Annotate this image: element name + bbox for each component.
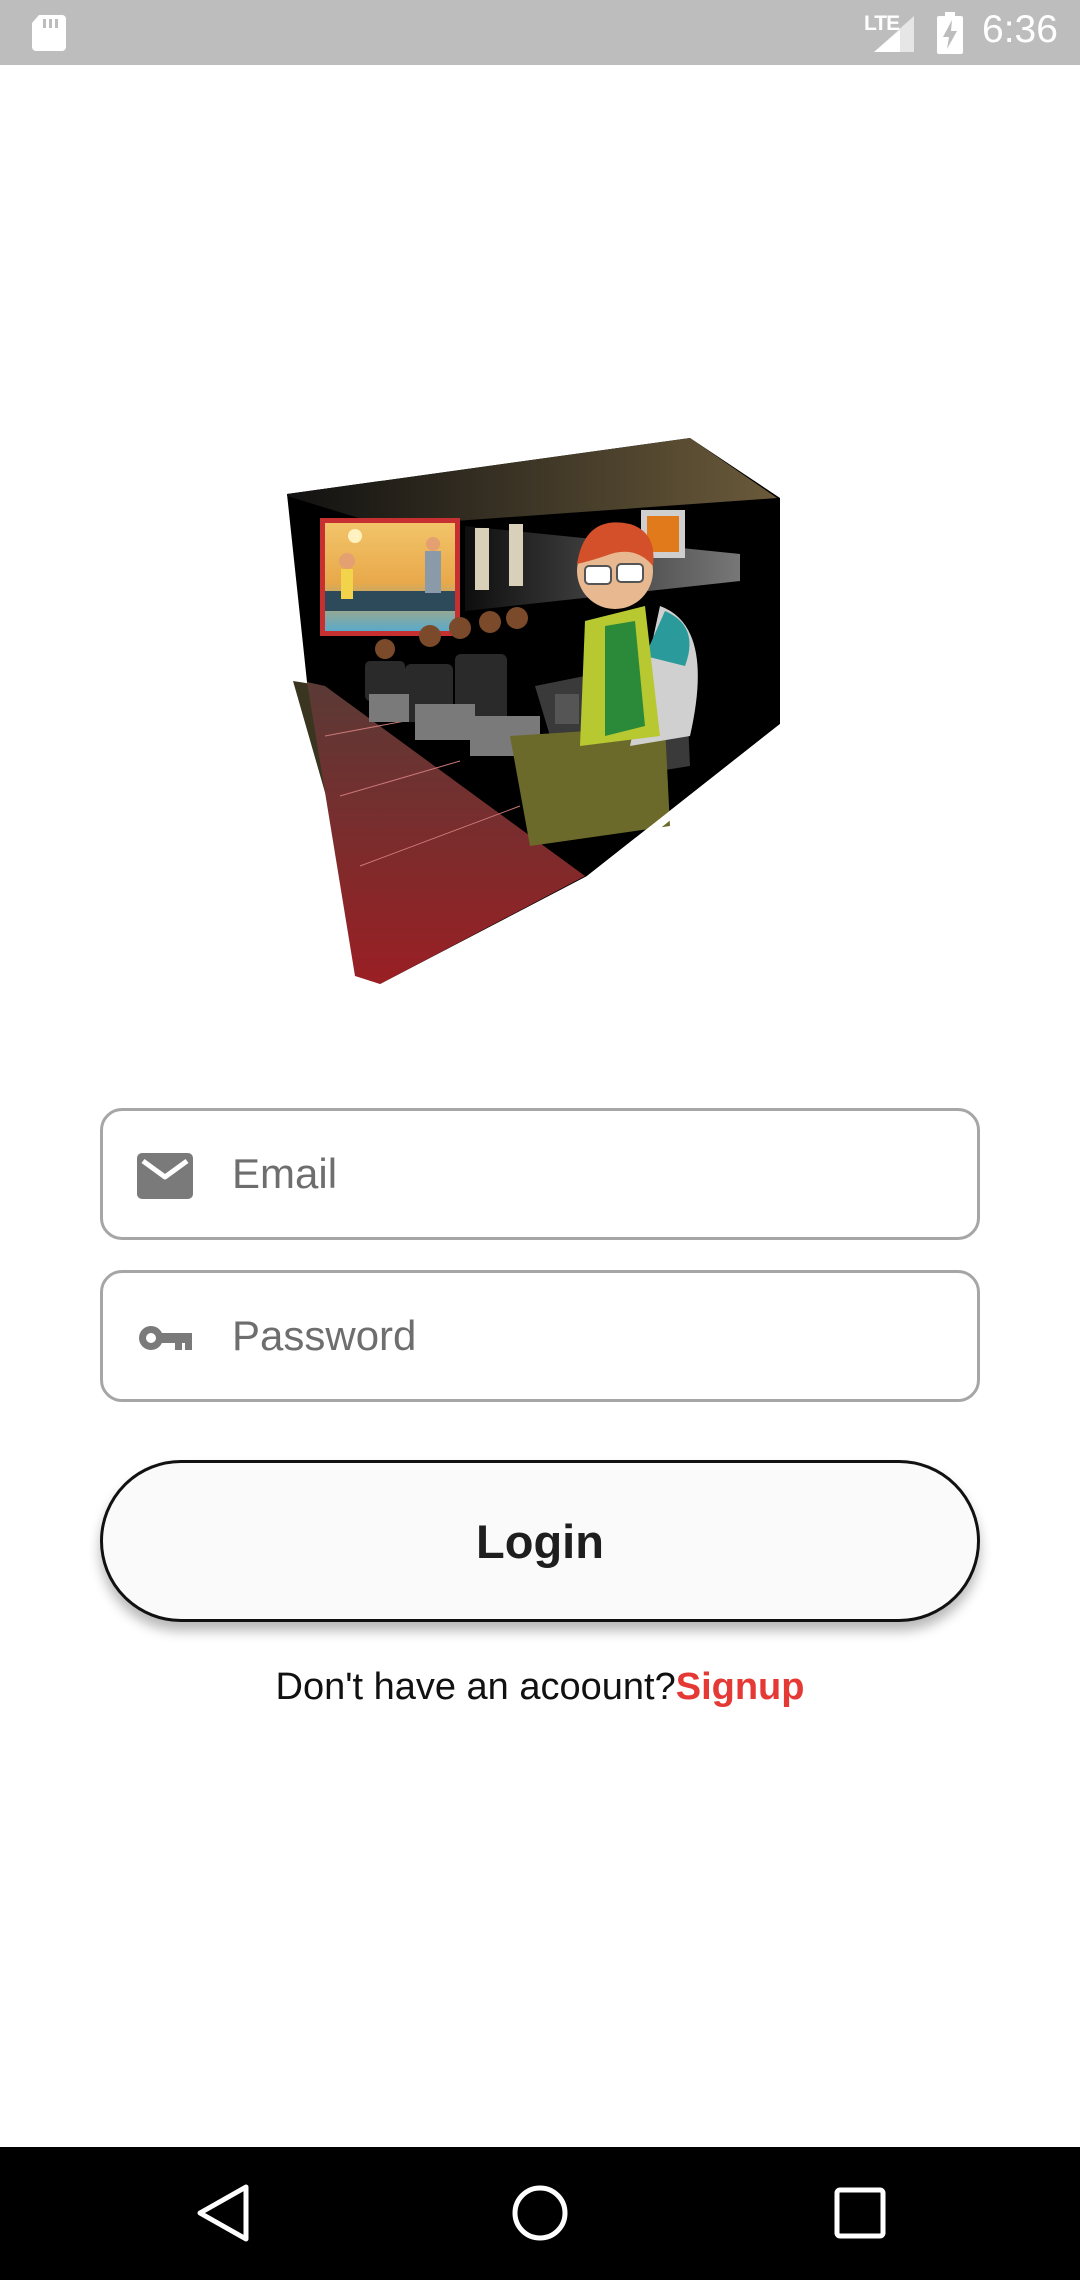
signup-prompt: Don't have an acoount?Signup bbox=[0, 1666, 1080, 1709]
email-field[interactable] bbox=[100, 1108, 980, 1240]
signal-icon bbox=[874, 16, 914, 52]
sd-card-icon bbox=[32, 15, 66, 51]
status-bar: LTE 6:36 bbox=[0, 0, 1080, 65]
key-icon bbox=[139, 1326, 192, 1350]
home-icon[interactable] bbox=[504, 2177, 576, 2249]
navigation-bar bbox=[0, 2147, 1080, 2280]
status-clock: 6:36 bbox=[982, 8, 1058, 51]
battery-charging-icon bbox=[937, 12, 963, 54]
login-button[interactable]: Login bbox=[100, 1460, 980, 1622]
login-screen: LTE 6:36 Email Login Don't have an acoou… bbox=[0, 0, 1080, 2280]
password-field[interactable] bbox=[100, 1270, 980, 1402]
email-icon bbox=[137, 1153, 193, 1199]
movie-theater-illustration bbox=[287, 438, 780, 984]
recents-icon[interactable] bbox=[824, 2177, 896, 2249]
back-icon[interactable] bbox=[186, 2177, 258, 2249]
email-input[interactable] bbox=[232, 1111, 952, 1237]
signup-prompt-text: Don't have an acoount? bbox=[275, 1666, 676, 1708]
password-input[interactable] bbox=[232, 1273, 952, 1399]
signup-link[interactable]: Signup bbox=[676, 1666, 805, 1708]
